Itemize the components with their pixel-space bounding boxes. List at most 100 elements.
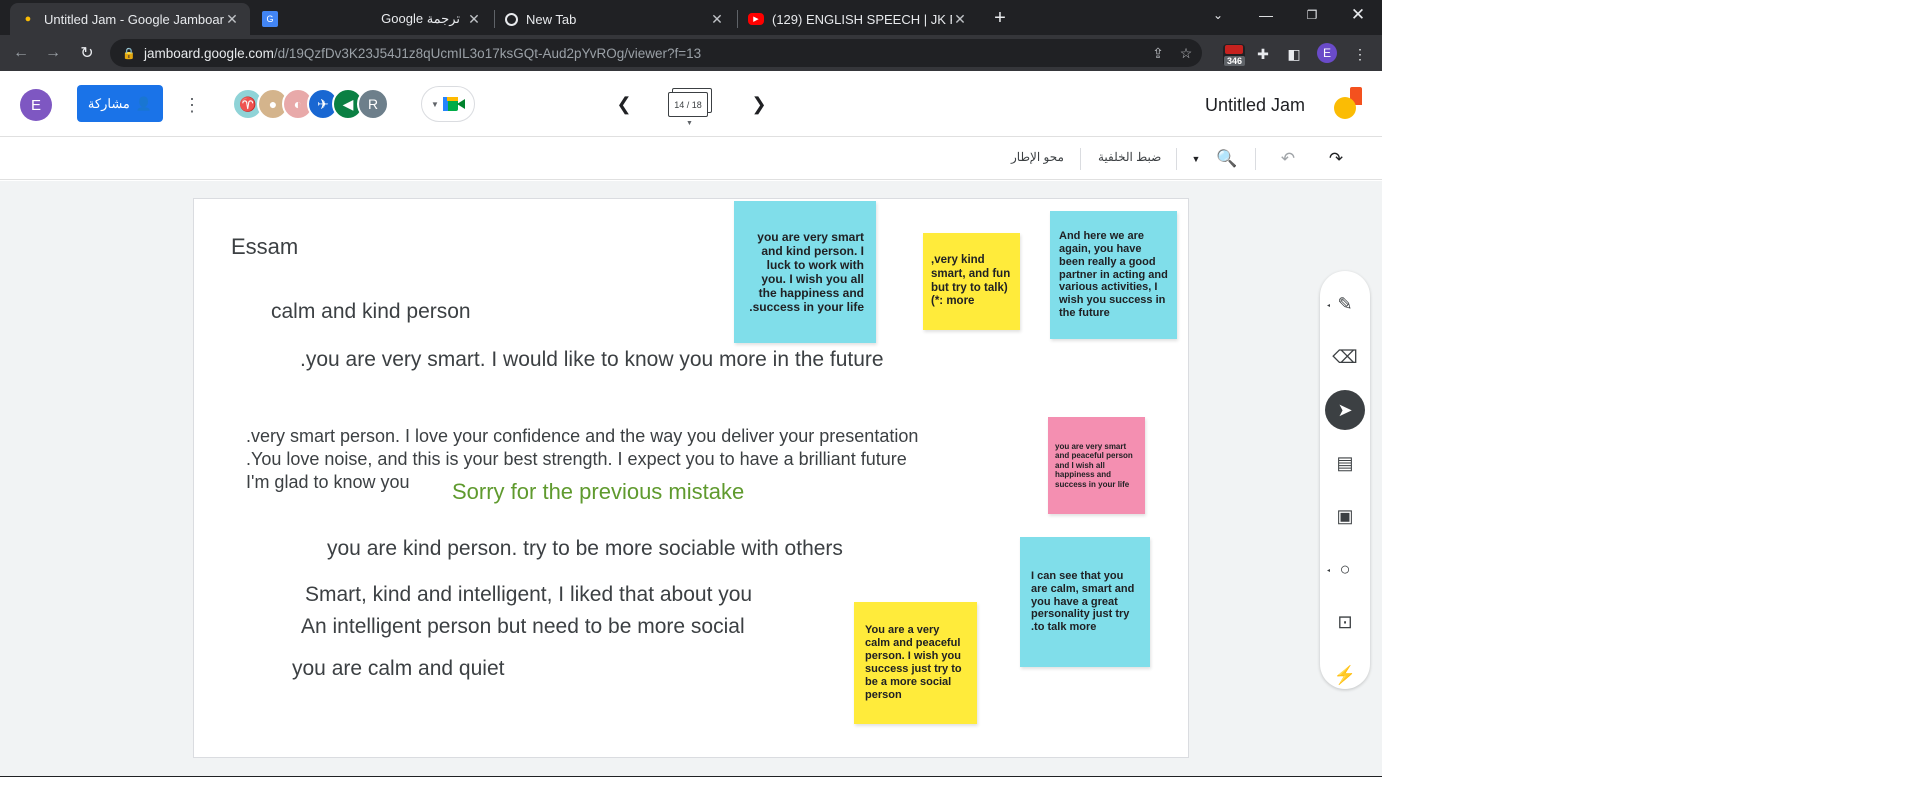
more-options-icon[interactable]: ⋮ xyxy=(182,91,202,119)
user-avatar[interactable]: E xyxy=(20,89,52,121)
restore-icon[interactable]: ❐ xyxy=(1289,0,1335,30)
next-frame-icon[interactable]: ❯ xyxy=(747,91,771,117)
extension-counter-icon[interactable]: 346 xyxy=(1223,44,1245,66)
select-tool[interactable]: ➤ xyxy=(1325,390,1365,430)
text-box-icon: ⊡ xyxy=(1337,611,1353,632)
google-translate-icon: G xyxy=(262,11,278,27)
canvas-text[interactable]: An intelligent person but need to be mor… xyxy=(301,615,745,639)
meet-button[interactable]: ▼ xyxy=(421,86,475,122)
jam-title[interactable]: Untitled Jam xyxy=(1205,95,1305,116)
bookmark-star-icon[interactable]: ☆ xyxy=(1177,45,1195,61)
share-page-icon[interactable]: ⇪ xyxy=(1149,45,1167,61)
add-image-tool[interactable]: ▣ xyxy=(1325,496,1365,536)
back-icon[interactable]: ← xyxy=(8,41,34,65)
extensions-puzzle-icon[interactable]: ✚ xyxy=(1252,43,1274,65)
text-box-tool[interactable]: ⊡ xyxy=(1325,602,1365,642)
sticky-note[interactable]: And here we are again, you have been rea… xyxy=(1050,211,1177,339)
sticky-note[interactable]: You are a very calm and peaceful person.… xyxy=(854,602,977,724)
sticky-note[interactable]: ,very kind smart, and fun but try to tal… xyxy=(923,233,1020,330)
close-icon[interactable]: ✕ xyxy=(224,11,240,28)
profile-avatar[interactable]: E xyxy=(1317,43,1337,63)
eraser-tool[interactable]: ⌫ xyxy=(1325,337,1365,377)
canvas-text[interactable]: I'm glad to know you xyxy=(246,472,410,493)
jamboard-logo xyxy=(1334,87,1362,123)
close-icon[interactable]: ✕ xyxy=(466,11,482,28)
canvas-text[interactable]: calm and kind person xyxy=(271,300,471,324)
share-label: مشاركة xyxy=(87,95,130,111)
sticky-note-text: I can see that you are calm, smart and y… xyxy=(1031,569,1135,634)
drawing-tools-panel: ◂ ✎ ⌫ ➤ ▤ ▣ ◂ ○ ⊡ ⚡ xyxy=(1320,271,1370,689)
add-person-icon: 👤 xyxy=(135,95,153,111)
jamboard-icon: ● xyxy=(24,13,32,25)
sticky-note-text: You are a very calm and peaceful person.… xyxy=(865,624,962,701)
sticky-note[interactable]: you are very smart and kind person. I lu… xyxy=(734,201,876,343)
browser-tab-strip: ● Untitled Jam - Google Jamboard ✕ G Goo… xyxy=(0,0,1382,35)
tab-google-translate[interactable]: G Google ترجمة ✕ xyxy=(252,3,492,35)
tab-title: Google ترجمة xyxy=(381,11,460,26)
jam-canvas[interactable]: Essam calm and kind person .you are very… xyxy=(193,198,1189,758)
close-icon[interactable]: ✕ xyxy=(952,11,968,28)
youtube-icon: ▶ xyxy=(748,13,764,25)
zoom-dropdown-icon[interactable]: ▼ xyxy=(1184,147,1208,171)
canvas-text[interactable]: Sorry for the previous mistake xyxy=(452,479,744,504)
window-close-icon[interactable]: ✕ xyxy=(1335,0,1381,30)
anonymous-animal-icon: ◀ xyxy=(342,95,354,112)
address-bar[interactable]: 🔒 jamboard.google.com/d/19QzfDv3K23J54J1… xyxy=(110,39,1202,67)
undo-icon[interactable]: ↶ xyxy=(1276,147,1300,171)
tab-title: Untitled Jam - Google Jamboard xyxy=(44,11,224,27)
tab-new-tab[interactable]: New Tab ✕ xyxy=(495,3,735,35)
browser-toolbar: ← → ↻ 🔒 jamboard.google.com/d/19QzfDv3K2… xyxy=(0,35,1382,71)
canvas-text[interactable]: you are calm and quiet xyxy=(292,657,504,681)
canvas-text[interactable]: Essam xyxy=(231,234,298,259)
tab-title: New Tab xyxy=(526,11,577,27)
sticky-note-text: you are very smart and peaceful person a… xyxy=(1055,441,1133,489)
canvas-text[interactable]: Smart, kind and intelligent, I liked tha… xyxy=(305,583,752,607)
canvas-text[interactable]: .very smart person. I love your confiden… xyxy=(246,426,918,447)
share-button[interactable]: مشاركة 👤 xyxy=(77,85,163,122)
side-panel-icon[interactable]: ◧ xyxy=(1283,43,1305,65)
collaborator-avatar[interactable]: R xyxy=(357,88,389,120)
toolbar-separator xyxy=(1080,148,1081,170)
minimize-icon[interactable]: — xyxy=(1243,0,1289,30)
url-text: jamboard.google.com/d/19QzfDv3K23J54J1z8… xyxy=(144,45,702,61)
toolbar-separator xyxy=(1176,148,1177,170)
redo-icon[interactable]: ↷ xyxy=(1324,147,1348,171)
frame-counter-label: 14 / 18 xyxy=(668,92,708,117)
zoom-icon[interactable]: 🔍 xyxy=(1215,147,1239,171)
frame-counter-button[interactable]: 14 / 18 ▼ xyxy=(668,88,712,127)
cursor-arrow-icon: ➤ xyxy=(1337,399,1353,420)
tab-jamboard[interactable]: ● Untitled Jam - Google Jamboard ✕ xyxy=(10,3,250,35)
close-icon[interactable]: ✕ xyxy=(709,11,725,28)
set-background-button[interactable]: ضبط الخلفية xyxy=(1098,150,1161,164)
toolbar-separator xyxy=(1255,148,1256,170)
collaborator-initial: R xyxy=(367,96,379,112)
pen-tool[interactable]: ◂ ✎ xyxy=(1325,284,1365,324)
sticky-note-tool[interactable]: ▤ xyxy=(1325,443,1365,483)
previous-frame-icon[interactable]: ❮ xyxy=(612,91,636,117)
tab-title: (129) ENGLISH SPEECH | JK ROWLING xyxy=(772,11,952,27)
chrome-icon xyxy=(505,12,518,26)
sticky-note[interactable]: I can see that you are calm, smart and y… xyxy=(1020,537,1150,667)
sticky-note[interactable]: you are very smart and peaceful person a… xyxy=(1048,417,1145,514)
tab-youtube[interactable]: ▶ (129) ENGLISH SPEECH | JK ROWLING ✕ xyxy=(738,3,978,35)
canvas-text[interactable]: you are kind person. try to be more soci… xyxy=(327,537,843,561)
anonymous-goat-icon: ♈ xyxy=(239,95,257,112)
frame-expand-icon: ▼ xyxy=(686,120,693,127)
reload-icon[interactable]: ↻ xyxy=(74,41,100,65)
jam-toolbar: محو الإطار ضبط الخلفية ▼ 🔍 ↶ ↷ xyxy=(0,138,1382,180)
new-tab-button[interactable]: + xyxy=(988,6,1012,30)
anonymous-animal-icon: ◐ xyxy=(293,96,303,112)
canvas-text[interactable]: .You love noise, and this is your best s… xyxy=(246,449,907,470)
forward-icon[interactable]: → xyxy=(40,41,66,65)
google-meet-icon xyxy=(442,96,465,112)
tab-search-icon[interactable]: ⌄ xyxy=(1195,0,1241,30)
clear-frame-button[interactable]: محو الإطار xyxy=(1011,150,1064,164)
sticky-note-text: And here we are again, you have been rea… xyxy=(1059,229,1168,320)
laser-tool[interactable]: ⚡ xyxy=(1325,655,1365,695)
jamboard-header: E مشاركة 👤 ⋮ ♈ ● ◐ ✈ ◀ R ▼ ❮ 14 / 18 ▼ ❯… xyxy=(0,71,1382,137)
chrome-menu-icon[interactable]: ⋮ xyxy=(1349,43,1371,65)
anonymous-capybara-icon: ● xyxy=(268,96,278,112)
shape-tool[interactable]: ◂ ○ xyxy=(1325,549,1365,589)
canvas-text[interactable]: .you are very smart. I would like to kno… xyxy=(300,348,884,372)
anonymous-bird-icon: ✈ xyxy=(317,95,329,112)
